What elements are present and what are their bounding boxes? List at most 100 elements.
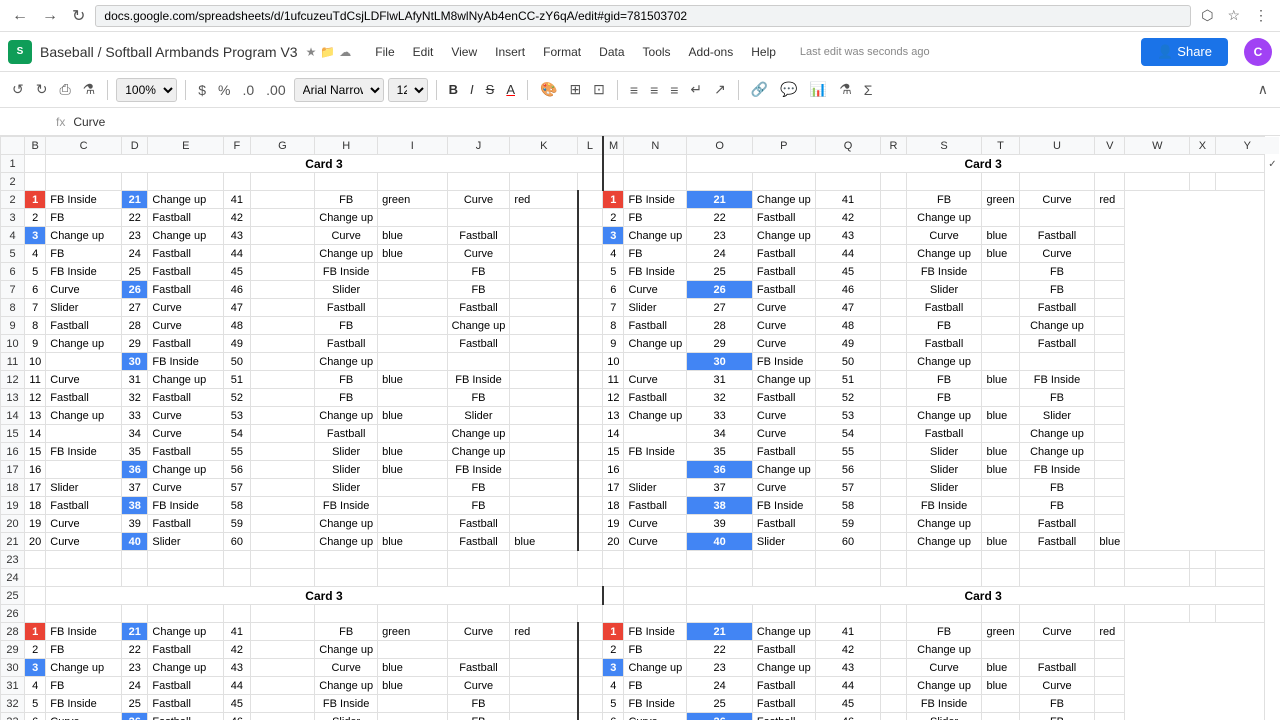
empty-cell[interactable]	[815, 569, 881, 587]
text-cell[interactable]: Slider	[46, 479, 122, 497]
num-cell-r[interactable]: 36	[687, 461, 753, 479]
text-cell[interactable]: Fastball	[148, 281, 224, 299]
col-D[interactable]: D	[122, 137, 148, 155]
empty-cell[interactable]	[578, 641, 603, 659]
text-cell[interactable]	[510, 479, 578, 497]
num-cell[interactable]: FB	[447, 389, 510, 407]
text-cell[interactable]	[1095, 695, 1125, 713]
empty-cell[interactable]	[578, 245, 603, 263]
num-cell[interactable]: 57	[224, 479, 250, 497]
borders-btn[interactable]: ⊞	[565, 79, 585, 100]
print-btn[interactable]: ⎙	[55, 79, 74, 100]
text-cell[interactable]: Curve	[46, 533, 122, 551]
text-cell[interactable]	[250, 497, 315, 515]
text-cell[interactable]	[1095, 227, 1125, 245]
empty-cell[interactable]	[1095, 569, 1125, 587]
empty-cell[interactable]	[603, 551, 624, 569]
menu-format[interactable]: Format	[535, 41, 589, 63]
num-cell-r[interactable]: FB Inside	[1019, 461, 1095, 479]
text-cell[interactable]	[881, 641, 906, 659]
text-cell[interactable]: blue	[982, 677, 1019, 695]
empty-cell[interactable]	[1190, 551, 1215, 569]
share-button[interactable]: 👤 Share	[1141, 38, 1228, 66]
empty-cell[interactable]	[624, 587, 687, 605]
text-cell[interactable]	[250, 281, 315, 299]
text-cell[interactable]: Curve	[148, 407, 224, 425]
row-num-cell[interactable]: 15	[25, 443, 46, 461]
num-cell[interactable]: FB	[447, 479, 510, 497]
row-num-cell-r[interactable]: 17	[603, 479, 624, 497]
num-cell[interactable]	[447, 353, 510, 371]
text-cell[interactable]: blue	[982, 443, 1019, 461]
num-cell-r[interactable]: 33	[687, 407, 753, 425]
text-cell[interactable]: Fastball	[752, 641, 815, 659]
row-num-cell[interactable]: 11	[25, 371, 46, 389]
row-num-cell[interactable]: 6	[25, 713, 46, 720]
merge-btn[interactable]: ⊡	[589, 79, 609, 100]
text-cell[interactable]	[881, 227, 906, 245]
text-cell[interactable]	[510, 461, 578, 479]
empty-cell[interactable]	[25, 551, 46, 569]
text-cell[interactable]	[881, 245, 906, 263]
row-num-cell-r[interactable]: 12	[603, 389, 624, 407]
text-cell[interactable]: Change up	[752, 461, 815, 479]
text-cell[interactable]: Fastball	[148, 209, 224, 227]
num-cell-r[interactable]: 31	[687, 371, 753, 389]
num-cell-r[interactable]: 50	[815, 353, 881, 371]
num-cell-r[interactable]: 32	[687, 389, 753, 407]
text-cell[interactable]: Fastball	[46, 389, 122, 407]
num-cell-r[interactable]: 40	[687, 533, 753, 551]
text-cell[interactable]	[250, 245, 315, 263]
text-cell[interactable]	[982, 695, 1019, 713]
num-cell-r[interactable]: 53	[815, 407, 881, 425]
text-cell[interactable]	[510, 407, 578, 425]
text-cell[interactable]	[1095, 443, 1125, 461]
text-cell[interactable]	[624, 461, 687, 479]
num-cell-r[interactable]: 45	[815, 263, 881, 281]
empty-cell[interactable]	[881, 551, 906, 569]
row-num-cell[interactable]: 2	[25, 209, 46, 227]
row-num-cell[interactable]: 7	[25, 299, 46, 317]
num-cell[interactable]: 42	[224, 641, 250, 659]
text-cell[interactable]: blue	[982, 371, 1019, 389]
num-cell-r[interactable]: FB	[1019, 263, 1095, 281]
num-cell[interactable]: Curve	[315, 227, 378, 245]
text-cell[interactable]	[982, 479, 1019, 497]
text-cell[interactable]	[982, 353, 1019, 371]
num-cell-r[interactable]: 59	[815, 515, 881, 533]
num-cell-r[interactable]: 57	[815, 479, 881, 497]
empty-cell[interactable]	[982, 569, 1019, 587]
row-num-cell[interactable]: 10	[25, 353, 46, 371]
num-cell-r[interactable]: 41	[815, 191, 881, 209]
num-cell[interactable]: 24	[122, 245, 148, 263]
text-cell[interactable]: Curve	[624, 281, 687, 299]
num-cell[interactable]: Change up	[315, 515, 378, 533]
text-cell[interactable]	[982, 389, 1019, 407]
row-num-cell-r[interactable]: 7	[603, 299, 624, 317]
text-cell[interactable]	[378, 389, 448, 407]
col-W2[interactable]: W	[1125, 137, 1190, 155]
text-cell[interactable]: Change up	[148, 191, 224, 209]
row-num-cell-r[interactable]: 19	[603, 515, 624, 533]
num-cell-r[interactable]: 29	[687, 335, 753, 353]
empty-cell[interactable]	[624, 605, 687, 623]
text-cell[interactable]: Fastball	[148, 677, 224, 695]
text-cell[interactable]: blue	[378, 245, 448, 263]
row-num-cell-r[interactable]: 4	[603, 677, 624, 695]
text-cell[interactable]	[1095, 371, 1125, 389]
num-cell[interactable]: 30	[122, 353, 148, 371]
right-panel-icon2[interactable]: ✓	[1268, 159, 1276, 170]
text-cell[interactable]	[881, 425, 906, 443]
row-num-cell[interactable]: 3	[25, 227, 46, 245]
empty-cell[interactable]	[46, 551, 122, 569]
num-cell-r[interactable]: 25	[687, 695, 753, 713]
redo-btn[interactable]: ↻	[32, 79, 52, 100]
row-num-cell-r[interactable]: 14	[603, 425, 624, 443]
num-cell[interactable]: 21	[122, 623, 148, 641]
text-cell[interactable]	[881, 353, 906, 371]
text-cell[interactable]	[510, 515, 578, 533]
empty-cell[interactable]	[378, 551, 448, 569]
text-cell[interactable]: Fastball	[148, 389, 224, 407]
text-cell[interactable]: Fastball	[148, 245, 224, 263]
text-cell[interactable]: Slider	[148, 533, 224, 551]
